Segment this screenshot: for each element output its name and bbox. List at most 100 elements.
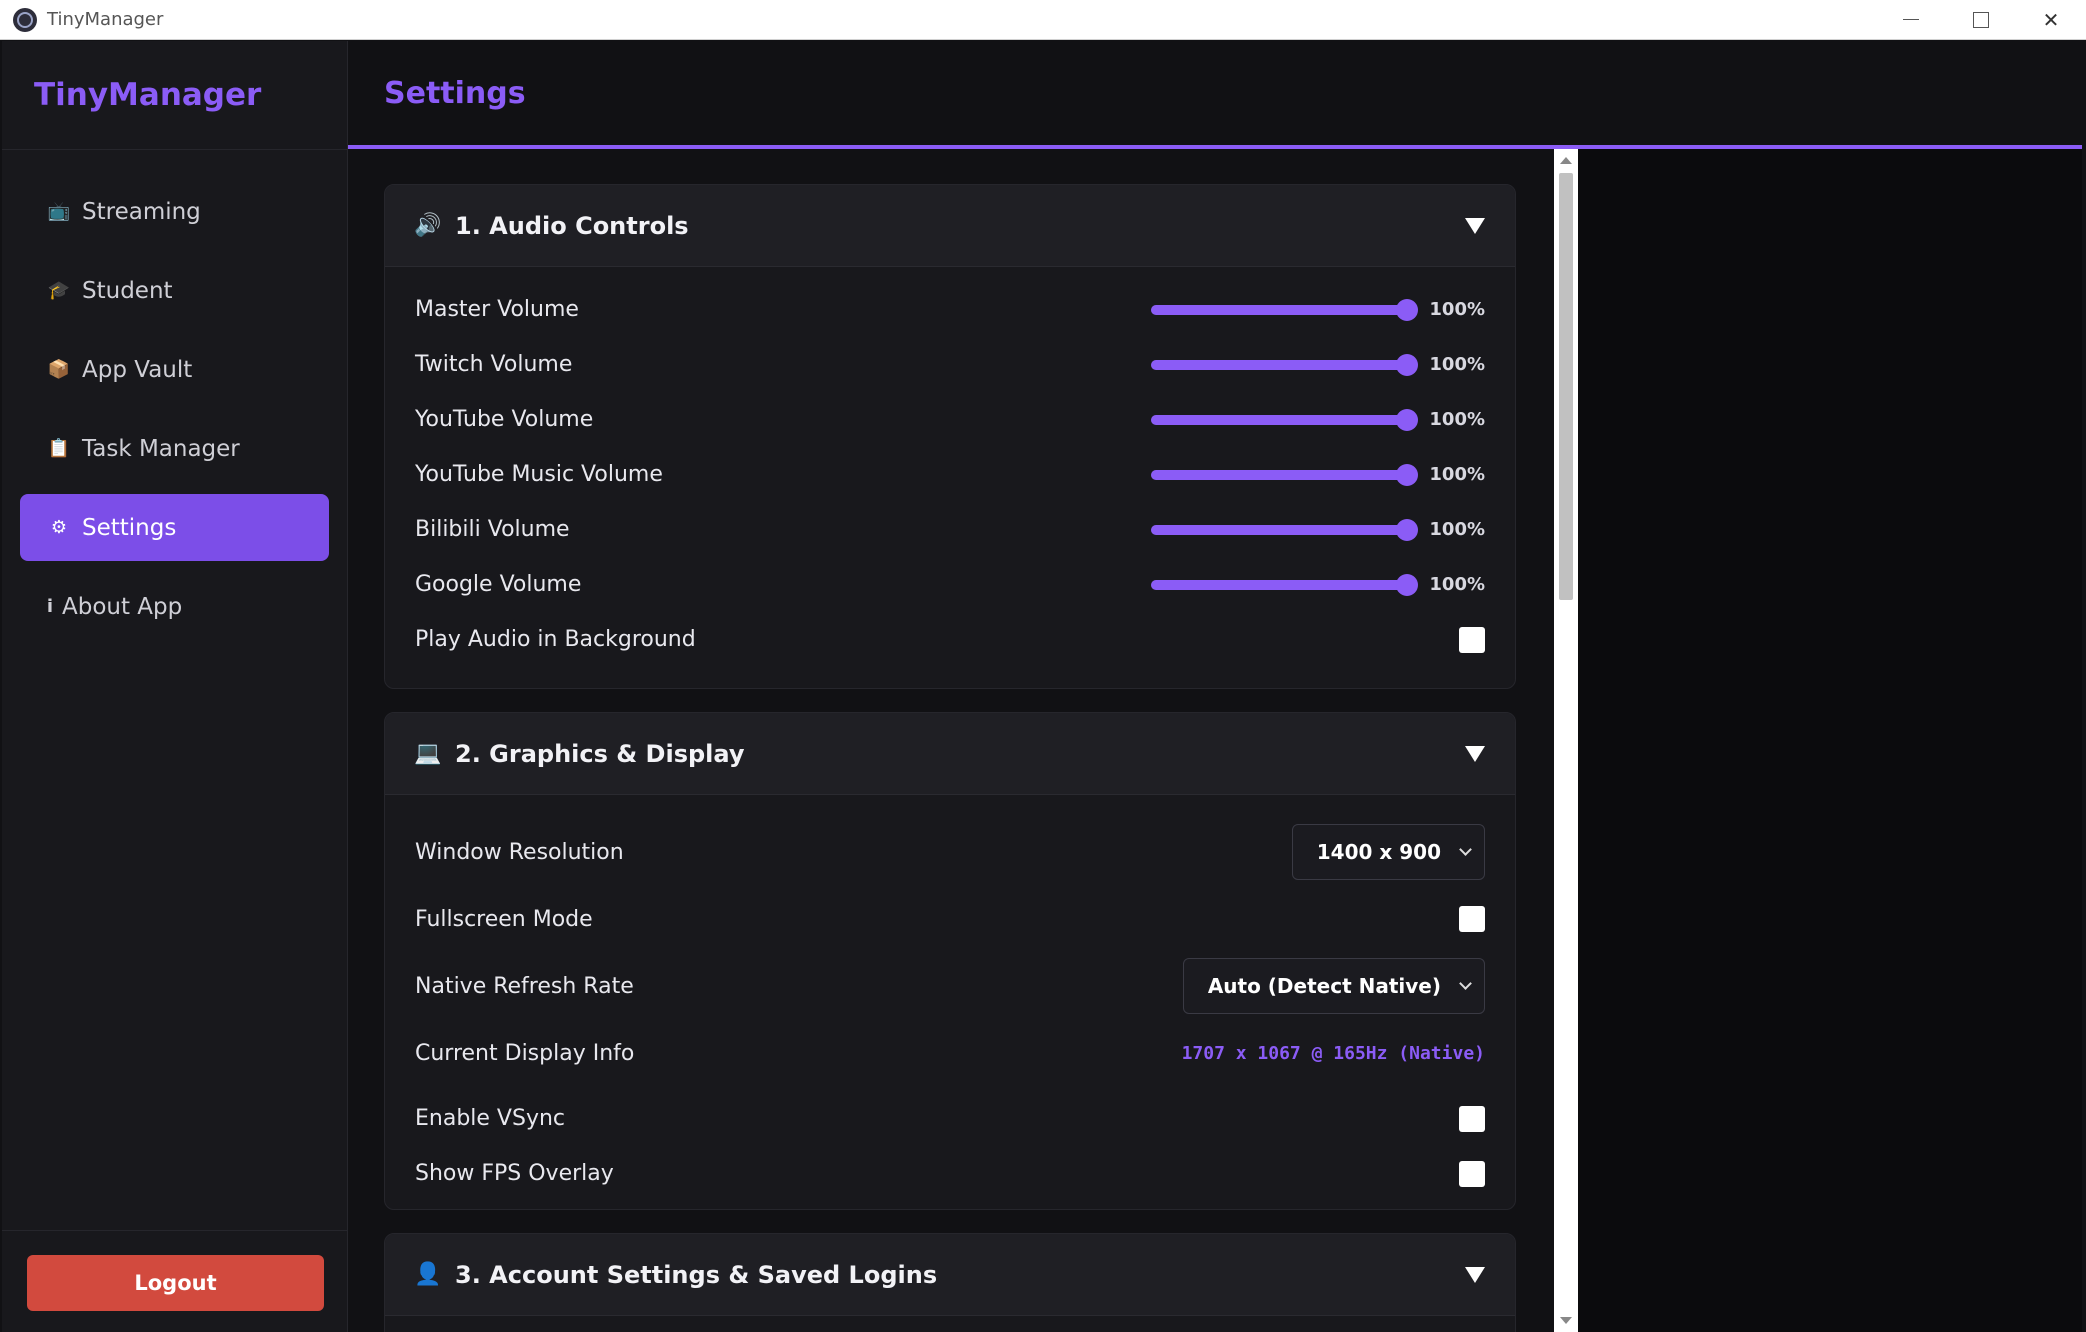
page-title: Settings <box>384 75 526 111</box>
monitor-icon: 📺 <box>47 201 71 222</box>
info-icon: i <box>46 596 54 617</box>
slider-knob[interactable] <box>1396 463 1418 486</box>
account-settings-header[interactable]: 👤 3. Account Settings & Saved Logins <box>385 1234 1515 1316</box>
graphics-display-header[interactable]: 💻 2. Graphics & Display <box>385 713 1515 795</box>
sidebar-item-streaming[interactable]: 📺 Streaming <box>20 178 329 245</box>
main-header: Settings <box>348 41 2082 149</box>
collapse-caret-icon[interactable] <box>1465 1266 1485 1283</box>
master-volume-slider[interactable] <box>1151 298 1418 321</box>
volume-row: YouTube Music Volume 100% <box>415 447 1485 502</box>
slider-knob[interactable] <box>1396 573 1418 596</box>
refresh-rate-select[interactable]: Auto (Detect Native) <box>1182 958 1485 1014</box>
sidebar-item-label: Settings <box>82 514 177 541</box>
sidebar-footer: Logout <box>2 1230 347 1332</box>
volume-value: 100% <box>1429 299 1485 320</box>
window-resolution-value: 1400 x 900 <box>1316 840 1441 864</box>
window-controls: ✕ <box>1876 0 2086 39</box>
refresh-rate-value: Auto (Detect Native) <box>1207 974 1441 998</box>
clipboard-icon: 📋 <box>47 438 71 459</box>
computer-icon: 💻 <box>414 741 442 766</box>
collapse-caret-icon[interactable] <box>1465 745 1485 762</box>
section-title: 1. Audio Controls <box>455 211 689 240</box>
volume-label: YouTube Music Volume <box>415 462 663 487</box>
sidebar: TinyManager 📺 Streaming 🎓 Student 📦 App … <box>2 41 348 1332</box>
volume-label: Bilibili Volume <box>415 517 570 542</box>
window-resolution-row: Window Resolution 1400 x 900 <box>415 823 1485 881</box>
volume-label: Google Volume <box>415 572 582 597</box>
close-icon: ✕ <box>2042 7 2060 32</box>
vsync-label: Enable VSync <box>415 1106 566 1131</box>
sidebar-nav: 📺 Streaming 🎓 Student 📦 App Vault 📋 Task… <box>2 150 347 640</box>
user-icon: 👤 <box>414 1262 442 1287</box>
volume-value: 100% <box>1429 574 1485 595</box>
background-audio-label: Play Audio in Background <box>415 627 696 652</box>
graduation-cap-icon: 🎓 <box>47 280 71 301</box>
slider-knob[interactable] <box>1396 298 1418 321</box>
audio-controls-body: Master Volume 100% Twitch Volume 100% Yo… <box>385 267 1515 667</box>
scroll-up-arrow-icon[interactable] <box>1560 157 1572 164</box>
volume-value: 100% <box>1429 464 1485 485</box>
fps-overlay-label: Show FPS Overlay <box>415 1161 614 1186</box>
volume-row: Google Volume 100% <box>415 557 1485 612</box>
window-resolution-label: Window Resolution <box>415 839 624 865</box>
vsync-row: Enable VSync <box>415 1091 1485 1146</box>
slider-fill <box>1151 469 1407 480</box>
volume-row: Master Volume 100% <box>415 282 1485 337</box>
sidebar-item-about-app[interactable]: i About App <box>20 573 329 640</box>
sidebar-item-settings[interactable]: ⚙ Settings <box>20 494 329 561</box>
close-window-button[interactable]: ✕ <box>2016 0 2086 39</box>
slider-knob[interactable] <box>1396 353 1418 376</box>
minimize-button[interactable] <box>1876 0 1946 39</box>
youtube-volume-slider[interactable] <box>1151 408 1418 431</box>
graphics-display-section: 💻 2. Graphics & Display Window Resolutio… <box>384 712 1516 1210</box>
display-info-row: Current Display Info 1707 x 1067 @ 165Hz… <box>415 1015 1485 1091</box>
volume-row: Bilibili Volume 100% <box>415 502 1485 557</box>
content-scrollbar[interactable] <box>1554 149 1578 1332</box>
sidebar-item-label: Student <box>82 277 173 304</box>
slider-knob[interactable] <box>1396 518 1418 541</box>
chevron-down-icon <box>1459 842 1472 856</box>
sidebar-item-student[interactable]: 🎓 Student <box>20 257 329 324</box>
audio-controls-section: 🔊 1. Audio Controls Master Volume 100% T… <box>384 184 1516 689</box>
vsync-checkbox[interactable] <box>1459 1105 1485 1132</box>
scroll-down-arrow-icon[interactable] <box>1560 1317 1572 1324</box>
logout-button[interactable]: Logout <box>27 1255 324 1311</box>
fullscreen-checkbox[interactable] <box>1459 906 1485 932</box>
fps-overlay-checkbox[interactable] <box>1459 1160 1485 1187</box>
fullscreen-row: Fullscreen Mode <box>415 881 1485 957</box>
window-resolution-select[interactable]: 1400 x 900 <box>1291 824 1485 880</box>
refresh-rate-row: Native Refresh Rate Auto (Detect Native) <box>415 957 1485 1015</box>
sidebar-item-task-manager[interactable]: 📋 Task Manager <box>20 415 329 482</box>
volume-value: 100% <box>1429 354 1485 375</box>
scroll-thumb[interactable] <box>1559 173 1573 600</box>
slider-fill <box>1151 414 1407 425</box>
refresh-rate-label: Native Refresh Rate <box>415 973 634 999</box>
slider-fill <box>1151 579 1407 590</box>
youtube-music-volume-slider[interactable] <box>1151 463 1418 486</box>
maximize-button[interactable] <box>1946 0 2016 39</box>
gear-icon: ⚙ <box>50 517 68 538</box>
background-audio-checkbox[interactable] <box>1459 626 1485 653</box>
window-title: TinyManager <box>47 9 164 30</box>
slider-knob[interactable] <box>1396 408 1418 431</box>
sidebar-item-label: About App <box>62 593 183 620</box>
volume-label: Master Volume <box>415 297 579 322</box>
fullscreen-label: Fullscreen Mode <box>415 906 593 932</box>
background-audio-row: Play Audio in Background <box>415 612 1485 667</box>
sidebar-item-label: Task Manager <box>82 435 240 462</box>
sidebar-item-label: App Vault <box>82 356 193 383</box>
slider-fill <box>1151 359 1407 370</box>
collapse-caret-icon[interactable] <box>1465 217 1485 234</box>
audio-controls-header[interactable]: 🔊 1. Audio Controls <box>385 185 1515 267</box>
section-title: 2. Graphics & Display <box>455 739 745 768</box>
twitch-volume-slider[interactable] <box>1151 353 1418 376</box>
google-volume-slider[interactable] <box>1151 573 1418 596</box>
bilibili-volume-slider[interactable] <box>1151 518 1418 541</box>
empty-panel <box>1578 149 2082 1332</box>
display-info-value: 1707 x 1067 @ 165Hz (Native) <box>1181 1042 1485 1064</box>
account-settings-section: 👤 3. Account Settings & Saved Logins <box>384 1233 1516 1332</box>
display-info-label: Current Display Info <box>415 1040 635 1066</box>
graphics-display-body: Window Resolution 1400 x 900 Fullscreen … <box>385 795 1515 1201</box>
slider-fill <box>1151 524 1407 535</box>
sidebar-item-app-vault[interactable]: 📦 App Vault <box>20 336 329 403</box>
